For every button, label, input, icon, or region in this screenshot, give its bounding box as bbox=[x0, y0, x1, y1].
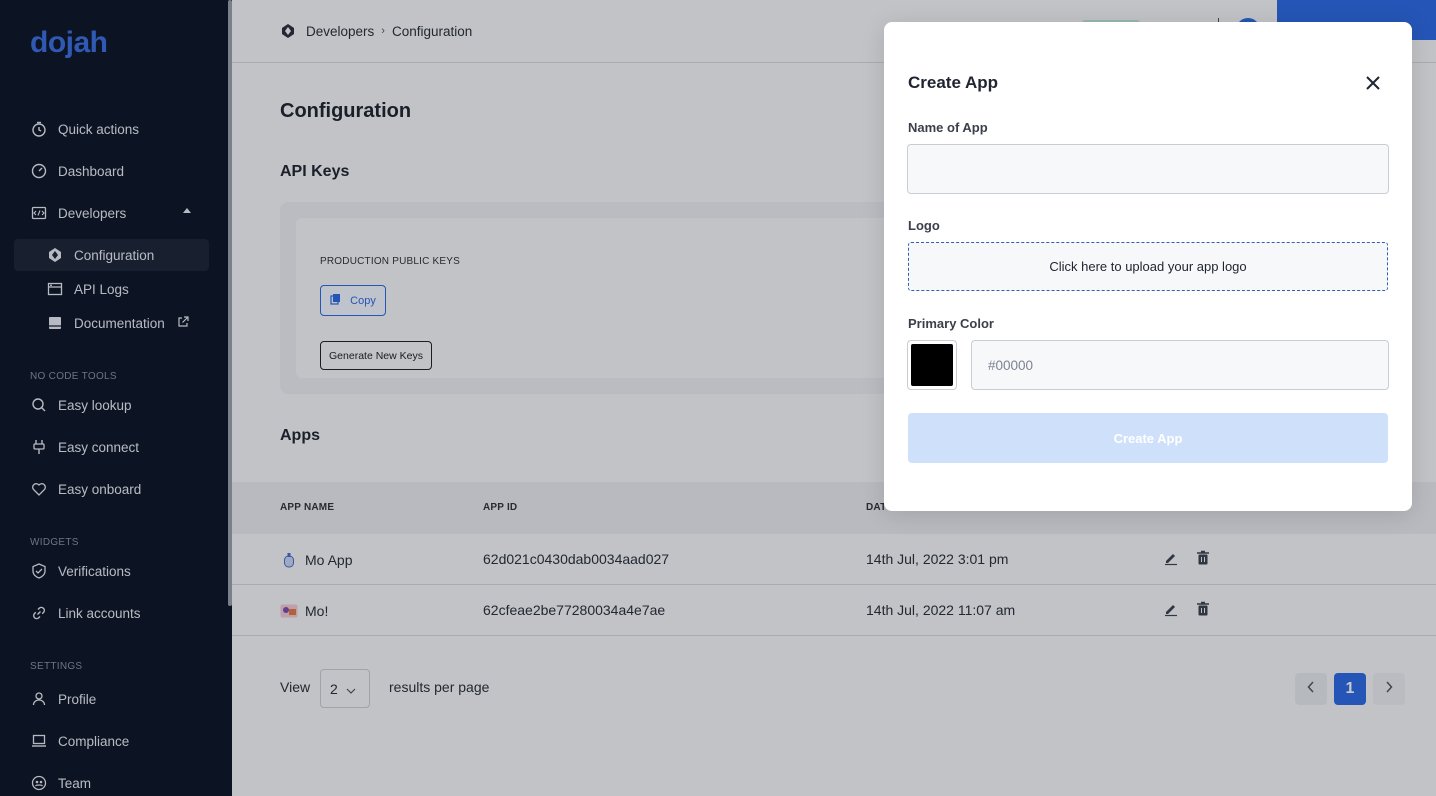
color-swatch-picker[interactable] bbox=[907, 340, 957, 390]
create-app-button[interactable]: Create App bbox=[908, 413, 1388, 463]
primary-color-label: Primary Color bbox=[908, 316, 994, 331]
name-of-app-label: Name of App bbox=[908, 120, 988, 135]
modal-title: Create App bbox=[908, 73, 999, 92]
create-app-modal: Create App Name of App Logo Click here t… bbox=[884, 22, 1412, 511]
color-swatch-fill bbox=[911, 344, 953, 386]
app-name-input[interactable] bbox=[907, 144, 1389, 194]
close-icon[interactable] bbox=[1362, 72, 1384, 94]
logo-label: Logo bbox=[908, 218, 940, 233]
primary-color-input[interactable] bbox=[971, 340, 1389, 390]
logo-upload-dropzone[interactable]: Click here to upload your app logo bbox=[908, 242, 1388, 291]
